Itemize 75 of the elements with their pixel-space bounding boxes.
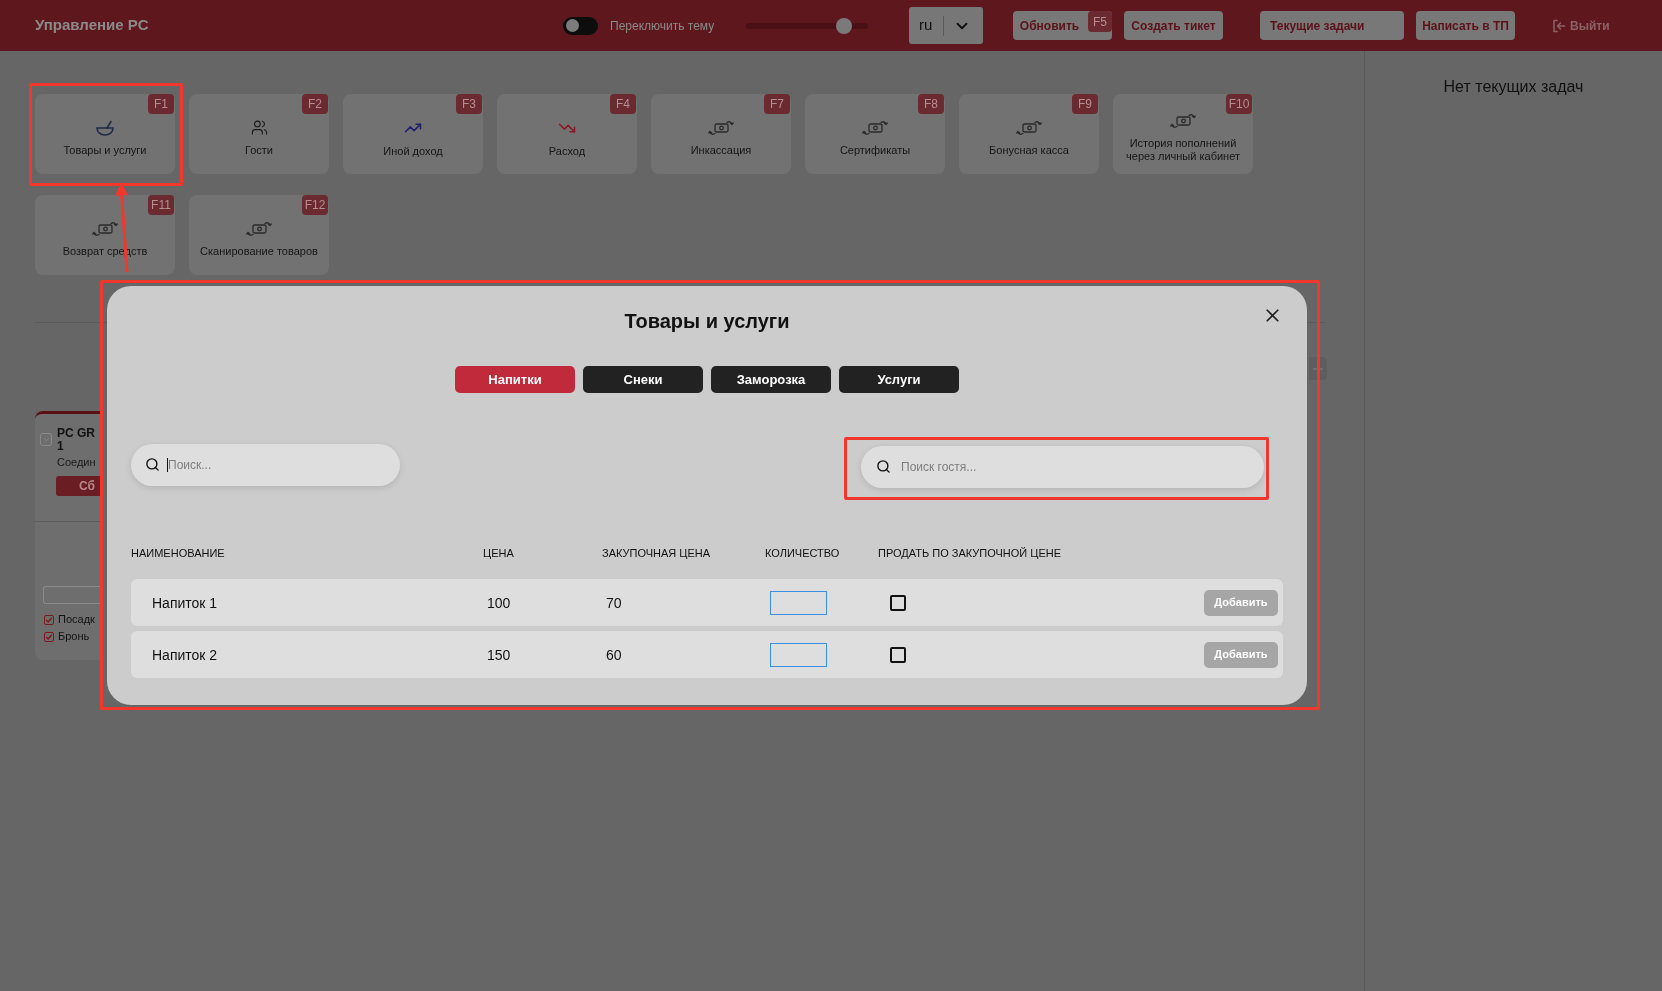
product-name: Напиток 2: [152, 646, 218, 663]
header-button[interactable]: Текущие задачи: [1260, 11, 1404, 40]
modal-title: Товары и услуги: [624, 309, 790, 334]
purchase-price-cell: 60: [606, 646, 622, 663]
hotkey-badge: F3: [456, 94, 482, 114]
column-header: ЦЕНА: [483, 547, 514, 559]
hotkey-badge: F7: [764, 94, 790, 114]
text-cursor: [167, 458, 168, 472]
header-button[interactable]: Обновить F5: [1013, 11, 1112, 40]
slider-thumb[interactable]: [835, 17, 852, 34]
banknote-arrows-icon: [708, 119, 734, 136]
quantity-input[interactable]: [770, 642, 827, 667]
app-title: Управление PC: [35, 15, 150, 36]
category-tab[interactable]: Заморозка: [711, 366, 831, 393]
price-cell: 150: [487, 646, 511, 663]
search-icon: [145, 457, 160, 472]
shortcut-tile[interactable]: F4 Расход: [497, 94, 637, 174]
purchase-price-cell: 70: [606, 594, 622, 611]
reset-button[interactable]: Сб: [56, 476, 100, 496]
input-field[interactable]: [43, 586, 100, 604]
hotkey-badge: F4: [610, 94, 636, 114]
header-button[interactable]: Написать в ТП: [1416, 11, 1515, 40]
logout-icon: [1552, 18, 1566, 33]
hotkey-badge: F11: [148, 195, 174, 215]
hotkey-badge: F5: [1088, 11, 1112, 32]
hotkey-badge: F2: [302, 94, 328, 114]
hotkey-badge: F12: [302, 195, 328, 215]
theme-toggle[interactable]: [563, 16, 598, 35]
collapse-toggle[interactable]: [40, 433, 52, 446]
bowl-icon: [95, 119, 115, 136]
logout-button[interactable]: Выйти: [1552, 16, 1610, 35]
column-header: ПРОДАТЬ ПО ЗАКУПОЧНОЙ ЦЕНЕ: [878, 547, 1062, 559]
category-tab[interactable]: Снеки: [583, 366, 703, 393]
checkbox[interactable]: [44, 631, 54, 642]
shortcut-tile[interactable]: F2 Гости: [189, 94, 329, 174]
search-field[interactable]: Поиск...: [131, 444, 400, 486]
banknote-arrows-icon: [1016, 119, 1042, 136]
shortcut-tile[interactable]: F7 Инкассация: [651, 94, 791, 174]
shortcut-tile[interactable]: F12 Сканирование товаров: [189, 195, 329, 275]
search-field[interactable]: Поиск гостя...: [861, 446, 1264, 488]
banknote-arrows-icon: [246, 220, 272, 237]
search-icon: [876, 459, 891, 474]
shortcut-tile[interactable]: F9 Бонусная касса: [959, 94, 1099, 174]
users-icon: [250, 119, 268, 136]
chevron-down-icon: [41, 435, 51, 444]
shortcut-tile[interactable]: F8 Сертификаты: [805, 94, 945, 174]
banknote-arrows-icon: [92, 220, 118, 237]
column-header: КОЛИЧЕСТВО: [765, 547, 840, 559]
slider-track[interactable]: [746, 17, 868, 34]
checkbox[interactable]: [44, 614, 54, 625]
shortcut-tile[interactable]: F1 Товары и услуги: [35, 94, 175, 174]
checkbox-label: Посадк: [58, 613, 95, 626]
theme-toggle-label: Переключить тему: [610, 17, 716, 35]
category-tab[interactable]: Напитки: [455, 366, 575, 393]
banknote-arrows-icon: [862, 119, 888, 136]
price-cell: 100: [487, 594, 511, 611]
column-header: НАИМЕНОВАНИЕ: [131, 547, 225, 559]
product-name: Напиток 1: [152, 594, 218, 611]
quantity-input[interactable]: [770, 590, 827, 615]
hotkey-badge: F10: [1226, 94, 1252, 114]
header-button[interactable]: Создать тикет: [1124, 11, 1223, 40]
pc-name: 1: [57, 440, 65, 453]
checkbox-label: Бронь: [58, 630, 90, 643]
language-select[interactable]: ru: [909, 7, 983, 44]
shortcut-tile[interactable]: F10 История пополнений через личный кабинет: [1113, 94, 1253, 174]
shortcut-tile[interactable]: F3 Иной доход: [343, 94, 483, 174]
banknote-arrows-icon: [1170, 113, 1196, 129]
hotkey-badge: F9: [1072, 94, 1098, 114]
empty-tasks-message: Нет текущих задач: [1443, 77, 1584, 97]
category-tab[interactable]: Услуги: [839, 366, 959, 393]
column-header: ЗАКУПОЧНАЯ ЦЕНА: [602, 547, 711, 559]
hotkey-badge: F8: [918, 94, 944, 114]
pc-name: PC GR: [57, 427, 96, 440]
hotkey-badge: F1: [148, 94, 174, 114]
connection-status: Соедин: [57, 456, 96, 469]
